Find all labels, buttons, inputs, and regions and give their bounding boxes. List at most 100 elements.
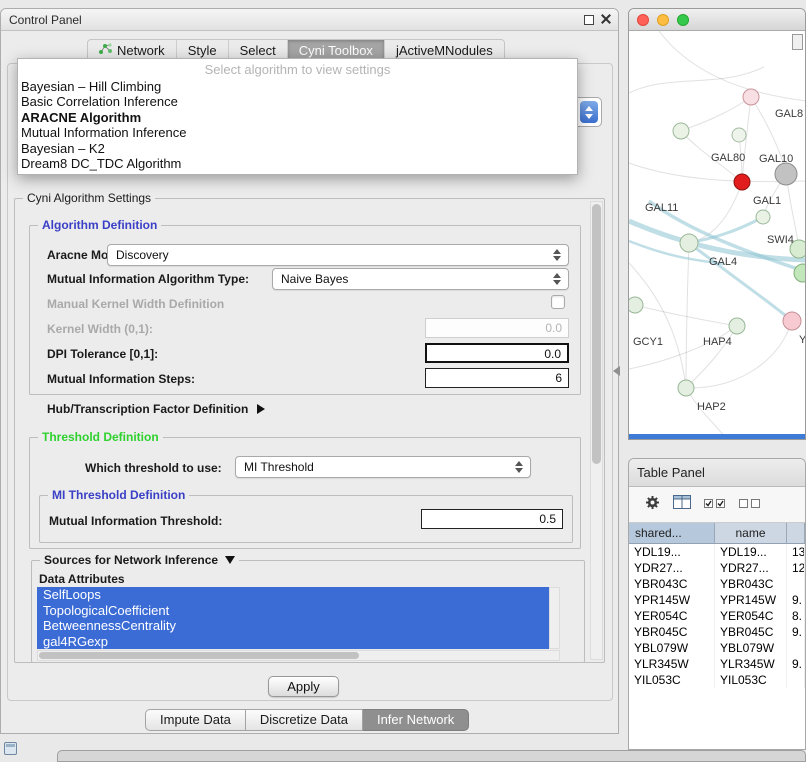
cell-shared-name: YLR345W (629, 656, 715, 672)
table-row[interactable]: YDL19... YDL19... 13 (629, 544, 805, 560)
group-title: Algorithm Definition (38, 218, 161, 232)
mi-steps-field[interactable]: 6 (425, 368, 569, 388)
network-node[interactable] (783, 312, 801, 330)
minimize-button[interactable] (657, 14, 669, 26)
network-canvas[interactable]: GAL8GAL80GAL10GAL11GAL1SWI4GAL4GCY1HAP4H… (629, 31, 806, 436)
algorithm-option[interactable]: ARACNE Algorithm (18, 110, 577, 125)
attribute-item[interactable]: TopologicalCoefficient (37, 603, 549, 619)
expand-right-icon (257, 404, 265, 414)
which-threshold-value: MI Threshold (236, 460, 512, 474)
node-label: GCY1 (633, 336, 663, 348)
aracne-mode-select[interactable]: Discovery (107, 244, 569, 266)
attribute-list-vscrollbar[interactable] (549, 587, 560, 649)
network-node[interactable] (756, 210, 770, 224)
attribute-list: SelfLoops TopologicalCoefficient Between… (37, 587, 549, 649)
desktop: Control Panel Network Style Select Cyni … (0, 0, 806, 762)
table-row[interactable]: YER054C YER054C 8. (629, 608, 805, 624)
zoom-button[interactable] (677, 14, 689, 26)
cell-name: YBR043C (715, 576, 787, 592)
cell-name: YBR045C (715, 624, 787, 640)
network-node[interactable] (673, 123, 689, 139)
network-edge (689, 182, 742, 243)
network-node[interactable] (680, 234, 698, 252)
cell-extra: 13 (787, 544, 805, 560)
network-edge (681, 97, 751, 131)
chevron-updown-icon (512, 461, 526, 473)
table-row[interactable]: YBR045C YBR045C 9. (629, 624, 805, 640)
mi-type-label: Mutual Information Algorithm Type: (47, 272, 249, 286)
select-all-checkboxes-icon[interactable] (704, 496, 726, 514)
close-button[interactable] (637, 14, 649, 26)
cell-extra: 12 (787, 560, 805, 576)
algorithm-option[interactable]: Basic Correlation Inference (18, 94, 577, 109)
table-row[interactable]: YDR27... YDR27... 12 (629, 560, 805, 576)
table-header-row: shared... name (629, 523, 805, 544)
columns-icon[interactable] (673, 495, 691, 514)
network-node[interactable] (629, 297, 643, 313)
settings-scrollbar[interactable] (590, 201, 603, 660)
settings-scrollbar-thumb[interactable] (592, 204, 601, 464)
chevron-updown-icon (550, 249, 564, 261)
sources-section-toggle[interactable]: Sources for Network Inference (40, 553, 239, 567)
node-label: GAL10 (759, 153, 793, 165)
mi-type-select[interactable]: Naive Bayes (272, 268, 569, 290)
collapse-down-icon (225, 556, 235, 564)
attribute-item[interactable]: gal4RGexp (37, 634, 549, 650)
data-attributes-label: Data Attributes (39, 572, 125, 586)
tab-impute-data[interactable]: Impute Data (145, 709, 246, 731)
algorithm-option[interactable]: Mutual Information Inference (18, 125, 577, 140)
which-threshold-select[interactable]: MI Threshold (235, 456, 531, 478)
attribute-list-hscrollbar-thumb[interactable] (39, 652, 359, 659)
float-window-button[interactable] (584, 15, 594, 25)
cell-name: YIL053C (715, 672, 787, 688)
attribute-item[interactable]: SelfLoops (37, 587, 549, 603)
network-node[interactable] (743, 89, 759, 105)
table-row[interactable]: YLR345W YLR345W 9. (629, 656, 805, 672)
network-node[interactable] (678, 380, 694, 396)
restore-panel-button[interactable] (4, 742, 17, 755)
kernel-width-label: Kernel Width (0,1): (47, 322, 153, 336)
algorithm-dropdown-popup: Select algorithm to view settings Bayesi… (17, 58, 578, 175)
algorithm-option[interactable]: Bayesian – Hill Climbing (18, 79, 577, 94)
splitpane-collapse-arrow[interactable] (613, 366, 620, 376)
cell-shared-name: YPR145W (629, 592, 715, 608)
gear-icon[interactable] (645, 495, 660, 515)
column-header-shared-name[interactable]: shared... (629, 523, 715, 544)
clear-checkboxes-icon[interactable] (739, 496, 761, 514)
table-row[interactable]: YBR043C YBR043C (629, 576, 805, 592)
attribute-item[interactable]: BetweennessCentrality (37, 618, 549, 634)
column-header-name[interactable]: name (715, 523, 787, 544)
table-panel-title: Table Panel (629, 459, 805, 487)
mi-threshold-field[interactable]: 0.5 (421, 509, 563, 529)
bottom-tab-bar: Impute Data Discretize Data Infer Networ… (145, 709, 469, 731)
algorithm-option[interactable]: Dream8 DC_TDC Algorithm (18, 156, 577, 171)
attribute-list-hscrollbar[interactable] (37, 650, 560, 661)
network-node[interactable] (732, 128, 746, 142)
cell-extra: 8. (787, 608, 805, 624)
cell-extra: 9. (787, 592, 805, 608)
column-header-extra[interactable] (787, 523, 805, 544)
which-threshold-label: Which threshold to use: (85, 461, 222, 475)
chevron-updown-icon (550, 273, 564, 285)
birdseye-toggle[interactable] (792, 34, 803, 50)
hub-section-label: Hub/Transcription Factor Definition (47, 402, 248, 416)
node-label: SWI4 (767, 234, 794, 246)
node-label: GAL11 (645, 202, 678, 214)
algorithm-option[interactable]: Bayesian – K2 (18, 141, 577, 156)
hub-section-toggle[interactable]: Hub/Transcription Factor Definition (47, 402, 265, 416)
table-row[interactable]: YIL053C YIL053C (629, 672, 805, 688)
cell-shared-name: YDL19... (629, 544, 715, 560)
network-node[interactable] (775, 163, 797, 185)
close-window-button[interactable] (601, 14, 612, 25)
table-row[interactable]: YPR145W YPR145W 9. (629, 592, 805, 608)
manual-kernel-checkbox[interactable] (551, 295, 565, 309)
table-row[interactable]: YBL079W YBL079W (629, 640, 805, 656)
network-node[interactable] (734, 174, 750, 190)
apply-button[interactable]: Apply (268, 676, 339, 697)
network-node[interactable] (729, 318, 745, 334)
kernel-width-field[interactable]: 0.0 (425, 318, 569, 338)
tab-infer-network[interactable]: Infer Network (363, 709, 469, 731)
network-edge (686, 243, 689, 388)
dpi-tolerance-field[interactable]: 0.0 (425, 343, 569, 363)
tab-discretize-data[interactable]: Discretize Data (246, 709, 363, 731)
